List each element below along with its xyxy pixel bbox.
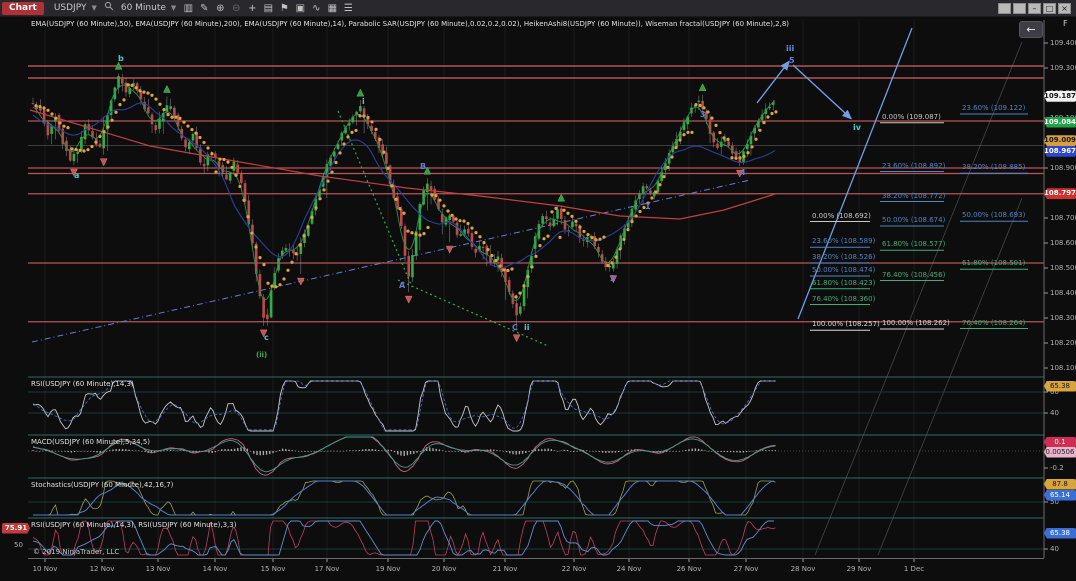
ninjatrader-chart-window: { "titlebar": { "app_button": "Chart", "…	[0, 0, 1076, 581]
snapshot-icon[interactable]: ▣	[292, 1, 308, 16]
close-button[interactable]: ×	[1058, 3, 1071, 14]
interval-select[interactable]: 60 Minute ▼	[117, 1, 180, 16]
restore-button[interactable]: □	[1043, 3, 1056, 14]
interval-label: 60 Minute	[121, 3, 166, 13]
window-controls: –□×	[998, 3, 1073, 14]
windows-icon[interactable]: ▦	[324, 1, 340, 16]
zoom-in-icon[interactable]: ⊕	[212, 1, 228, 16]
list-icon[interactable]: ☰	[340, 1, 356, 16]
chart-app-button[interactable]: Chart	[2, 2, 44, 15]
search-icon[interactable]	[101, 1, 117, 16]
draw-icon[interactable]: ✎	[196, 1, 212, 16]
back-arrow-button[interactable]: ←	[1019, 21, 1043, 38]
chart-surface[interactable]	[28, 20, 1044, 559]
flag-icon[interactable]: ⚑	[276, 1, 292, 16]
dock-button[interactable]	[998, 3, 1011, 14]
crosshair-icon[interactable]: +	[244, 1, 260, 16]
toolbar-icons: ▥✎⊕⊖+▤⚑▣∿▦☰	[180, 1, 356, 16]
chevron-down-icon: ▼	[91, 4, 96, 12]
pin-button[interactable]	[1013, 3, 1026, 14]
report-icon[interactable]: ▤	[260, 1, 276, 16]
zoom-out-icon[interactable]: ⊖	[228, 1, 244, 16]
chevron-down-icon: ▼	[171, 4, 176, 12]
instrument-label: USDJPY	[54, 3, 87, 13]
minimize-button[interactable]: –	[1028, 3, 1041, 14]
instrument-select[interactable]: USDJPY ▼	[50, 1, 101, 16]
toolbar: Chart USDJPY ▼ 60 Minute ▼ ▥✎⊕⊖+▤⚑▣∿▦☰ –…	[0, 0, 1076, 17]
indicators-icon[interactable]: ∿	[308, 1, 324, 16]
chart-type-icon[interactable]: ▥	[180, 1, 196, 16]
